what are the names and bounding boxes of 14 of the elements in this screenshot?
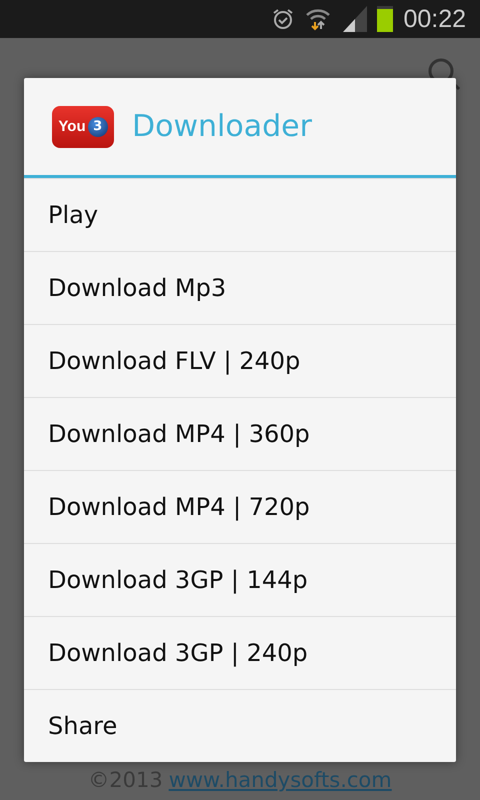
battery-icon [377, 6, 394, 32]
menu-item[interactable]: Download 3GP | 240p [24, 616, 456, 689]
signal-icon [341, 6, 368, 32]
app-logo: You 3 [52, 106, 114, 148]
menu-item[interactable]: Share [24, 689, 456, 762]
menu-item[interactable]: Play [24, 178, 456, 251]
menu-item[interactable]: Download 3GP | 144p [24, 543, 456, 616]
menu-item[interactable]: Download Mp3 [24, 251, 456, 324]
menu-item[interactable]: Download MP4 | 360p [24, 397, 456, 470]
menu-item[interactable]: Download MP4 | 720p [24, 470, 456, 543]
dialog-title: Downloader [132, 109, 312, 144]
menu-item[interactable]: Download FLV | 240p [24, 324, 456, 397]
clock-time: 00:22 [403, 4, 466, 34]
alarm-clock-icon [271, 7, 296, 31]
